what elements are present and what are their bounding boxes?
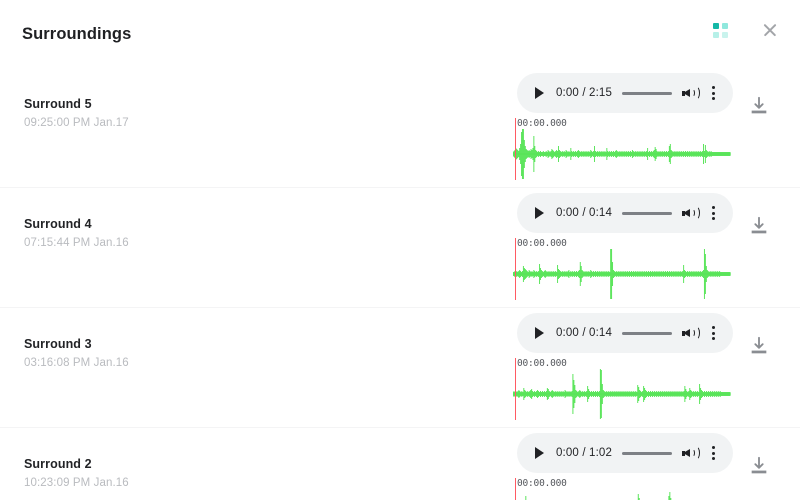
kebab-menu-icon: [711, 446, 715, 449]
waveform[interactable]: 00:00.000: [513, 238, 731, 300]
waveform-canvas: [513, 128, 731, 180]
progress-slider[interactable]: [622, 451, 672, 455]
recording-name: Surround 4: [24, 217, 92, 231]
recording-meta: Surround 3 03:16:08 PM Jan.16: [24, 336, 129, 371]
grid-dots-icon-button[interactable]: [706, 16, 734, 44]
waveform[interactable]: 00:00.000: [513, 118, 731, 180]
volume-button[interactable]: [682, 203, 702, 223]
recording-meta: Surround 4 07:15:44 PM Jan.16: [24, 216, 129, 251]
volume-button[interactable]: [682, 323, 702, 343]
recording-row: Surround 2 10:23:09 PM Jan.16 0:00 / 1:02 0…: [0, 428, 800, 500]
recording-row: Surround 3 03:16:08 PM Jan.16 0:00 / 0:14 0…: [0, 308, 800, 428]
player-menu-button[interactable]: [704, 323, 722, 343]
panel-header: Surroundings: [0, 0, 800, 68]
audio-player: 0:00 / 0:14: [517, 313, 733, 353]
waveform[interactable]: 00:00.000: [513, 358, 731, 420]
download-button[interactable]: [748, 455, 770, 477]
recording-timestamp: 09:25:00 PM Jan.17: [24, 117, 129, 129]
player-menu-button[interactable]: [704, 203, 722, 223]
header-actions: [706, 16, 784, 44]
recordings-list: Surround 5 09:25:00 PM Jan.17 0:00 / 2:15 0…: [0, 68, 800, 500]
play-icon: [534, 207, 544, 219]
recording-name: Surround 5: [24, 97, 92, 111]
play-icon: [534, 327, 544, 339]
close-button[interactable]: [756, 16, 784, 44]
progress-slider[interactable]: [622, 331, 672, 335]
audio-player: 0:00 / 0:14: [517, 193, 733, 233]
waveform-timestamp: 00:00.000: [517, 118, 567, 129]
player-menu-button[interactable]: [704, 83, 722, 103]
player-time-label: 0:00 / 2:15: [556, 87, 612, 99]
download-button[interactable]: [748, 95, 770, 117]
recording-row: Surround 5 09:25:00 PM Jan.17 0:00 / 2:15 0…: [0, 68, 800, 188]
play-button[interactable]: [528, 322, 550, 344]
play-button[interactable]: [528, 202, 550, 224]
audio-player: 0:00 / 1:02: [517, 433, 733, 473]
recordings-panel: Surroundings Surround 5 09:25:00 PM Jan.1…: [0, 0, 800, 500]
play-button[interactable]: [528, 82, 550, 104]
kebab-menu-icon: [711, 326, 715, 329]
player-time-label: 0:00 / 1:02: [556, 447, 612, 459]
volume-button[interactable]: [682, 83, 702, 103]
volume-button[interactable]: [682, 443, 702, 463]
close-icon: [762, 22, 778, 38]
download-button[interactable]: [748, 335, 770, 357]
recording-meta: Surround 5 09:25:00 PM Jan.17: [24, 96, 129, 131]
progress-slider[interactable]: [622, 91, 672, 95]
play-button[interactable]: [528, 442, 550, 464]
audio-player: 0:00 / 2:15: [517, 73, 733, 113]
waveform-timestamp: 00:00.000: [517, 358, 567, 369]
waveform-timestamp: 00:00.000: [517, 478, 567, 489]
page-title: Surroundings: [22, 25, 132, 43]
player-time-label: 0:00 / 0:14: [556, 207, 612, 219]
recording-timestamp: 03:16:08 PM Jan.16: [24, 357, 129, 369]
play-icon: [534, 87, 544, 99]
grid-dots-icon: [712, 22, 728, 38]
recording-name: Surround 3: [24, 337, 92, 351]
recording-timestamp: 10:23:09 PM Jan.16: [24, 477, 129, 489]
recording-name: Surround 2: [24, 457, 92, 471]
player-time-label: 0:00 / 0:14: [556, 327, 612, 339]
kebab-menu-icon: [711, 86, 715, 89]
progress-slider[interactable]: [622, 211, 672, 215]
waveform[interactable]: 00:00.000: [513, 478, 731, 500]
download-button[interactable]: [748, 215, 770, 237]
play-icon: [534, 447, 544, 459]
recording-timestamp: 07:15:44 PM Jan.16: [24, 237, 129, 249]
player-menu-button[interactable]: [704, 443, 722, 463]
waveform-canvas: [513, 248, 731, 300]
recording-row: Surround 4 07:15:44 PM Jan.16 0:00 / 0:14 0…: [0, 188, 800, 308]
recording-meta: Surround 2 10:23:09 PM Jan.16: [24, 456, 129, 491]
waveform-canvas: [513, 368, 731, 420]
kebab-menu-icon: [711, 206, 715, 209]
waveform-timestamp: 00:00.000: [517, 238, 567, 249]
waveform-canvas: [513, 488, 731, 500]
